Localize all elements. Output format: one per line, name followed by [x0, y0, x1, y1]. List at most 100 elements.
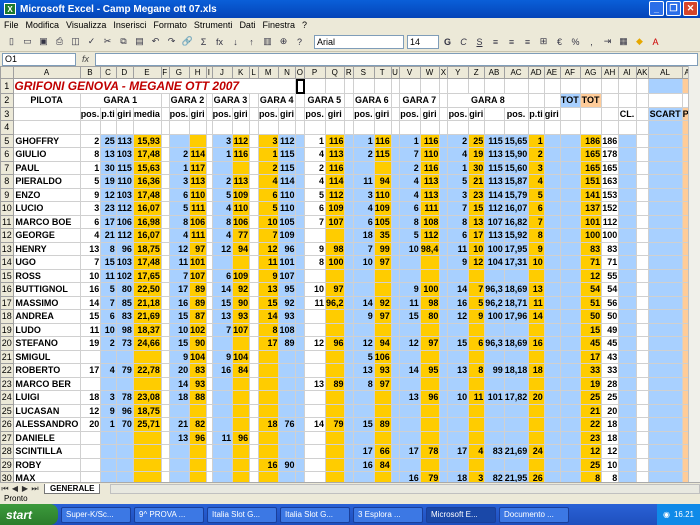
cell-value[interactable]: 16: [79, 282, 102, 297]
cell-value[interactable]: 21,95: [503, 471, 530, 482]
cell-value[interactable]: [257, 403, 280, 418]
cell-value[interactable]: 12: [579, 444, 603, 459]
cell-value[interactable]: 113: [484, 147, 505, 162]
row-header[interactable]: 25: [0, 403, 15, 418]
cell-value[interactable]: 112: [278, 133, 297, 148]
cell-value[interactable]: 55: [601, 268, 620, 283]
new-icon[interactable]: ▯: [4, 34, 19, 49]
cell-value[interactable]: [79, 349, 102, 364]
cell-value[interactable]: 96,3: [484, 282, 505, 297]
cell[interactable]: [528, 120, 545, 135]
cell[interactable]: [635, 457, 650, 472]
cell[interactable]: [344, 363, 354, 378]
cell[interactable]: [295, 336, 306, 351]
cell[interactable]: [543, 174, 561, 189]
cell-value[interactable]: 100: [601, 228, 620, 243]
cell-value[interactable]: 8: [601, 471, 620, 482]
cell-value[interactable]: 2: [528, 147, 545, 162]
cell[interactable]: [635, 160, 650, 175]
cell[interactable]: [344, 390, 354, 405]
cell-value[interactable]: 12: [352, 336, 375, 351]
cell[interactable]: [295, 268, 306, 283]
cell-value[interactable]: 66: [373, 444, 392, 459]
cell-value[interactable]: 8: [528, 228, 545, 243]
cell-value[interactable]: 21,18: [132, 295, 162, 310]
cell-value[interactable]: [168, 471, 191, 482]
cell[interactable]: [635, 268, 650, 283]
cell-value[interactable]: 116: [324, 133, 346, 148]
row-header[interactable]: 16: [0, 282, 15, 297]
row-header[interactable]: 23: [0, 376, 15, 391]
cell-value[interactable]: 18,75: [132, 403, 162, 418]
cell[interactable]: [295, 120, 306, 135]
cell[interactable]: [543, 93, 561, 108]
row-header[interactable]: 18: [0, 309, 15, 324]
cell-value[interactable]: [324, 322, 346, 337]
cell-value[interactable]: 23: [468, 187, 486, 202]
cell-value[interactable]: 97: [324, 282, 346, 297]
cell-value[interactable]: 5: [79, 174, 102, 189]
cell-value[interactable]: 15,92: [503, 228, 530, 243]
cell[interactable]: [559, 255, 581, 270]
help-icon[interactable]: ?: [292, 34, 307, 49]
cell-value[interactable]: 113: [419, 174, 441, 189]
horizontal-scrollbar[interactable]: [110, 483, 700, 494]
cell[interactable]: [618, 349, 637, 364]
fx-icon[interactable]: fx: [82, 54, 89, 64]
cell-value[interactable]: [304, 471, 326, 482]
cell-value[interactable]: 11: [352, 174, 375, 189]
cell-value[interactable]: 112: [324, 187, 346, 202]
cell[interactable]: [648, 295, 683, 310]
cell[interactable]: [559, 295, 581, 310]
cell-value[interactable]: 2: [447, 133, 470, 148]
column-header[interactable]: Z: [468, 66, 486, 79]
cell[interactable]: [295, 390, 306, 405]
cell[interactable]: [211, 120, 234, 135]
cell-value[interactable]: 3: [447, 187, 470, 202]
cell[interactable]: [648, 214, 683, 229]
cell-value[interactable]: [189, 471, 208, 482]
cell[interactable]: [543, 214, 561, 229]
cell-value[interactable]: 16,07: [132, 228, 162, 243]
cell-value[interactable]: [232, 403, 251, 418]
header-g2[interactable]: GARA 2: [168, 93, 208, 108]
cell-value[interactable]: 115: [115, 160, 134, 175]
cell-value[interactable]: 21: [168, 417, 191, 432]
cell-value[interactable]: [468, 457, 486, 472]
cell[interactable]: [439, 444, 449, 459]
cell-value[interactable]: 108: [419, 214, 441, 229]
cell[interactable]: [635, 255, 650, 270]
cell-value[interactable]: 22: [579, 417, 603, 432]
cell-value[interactable]: 43: [601, 349, 620, 364]
pilot-name[interactable]: HENRY: [13, 241, 81, 256]
cell-value[interactable]: [211, 417, 234, 432]
cell-value[interactable]: 15,63: [132, 160, 162, 175]
cell[interactable]: [648, 322, 683, 337]
cell[interactable]: [618, 268, 637, 283]
cell[interactable]: [439, 78, 449, 94]
cell-value[interactable]: 15: [79, 309, 102, 324]
cell[interactable]: [618, 336, 637, 351]
cell[interactable]: [295, 403, 306, 418]
cell-value[interactable]: 186: [601, 133, 620, 148]
cell-value[interactable]: 90: [189, 336, 208, 351]
cell-value[interactable]: [419, 376, 441, 391]
cell-value[interactable]: [419, 349, 441, 364]
cell-value[interactable]: 16,98: [132, 214, 162, 229]
cell[interactable]: [439, 106, 449, 121]
cell-value[interactable]: 88: [189, 390, 208, 405]
cell-value[interactable]: 6: [100, 309, 117, 324]
row-header[interactable]: 10: [0, 201, 15, 216]
cell[interactable]: [249, 322, 259, 337]
cell-value[interactable]: 3: [352, 187, 375, 202]
cell[interactable]: [257, 120, 280, 135]
cell-value[interactable]: [399, 322, 421, 337]
pilot-name[interactable]: LUCASAN: [13, 403, 81, 418]
align-center-icon[interactable]: ≡: [504, 34, 519, 49]
pilot-name[interactable]: ROBERTO: [13, 363, 81, 378]
subheader-pos[interactable]: pos.: [79, 106, 102, 121]
cell[interactable]: [344, 349, 354, 364]
cell-value[interactable]: [211, 336, 234, 351]
cell-value[interactable]: [484, 457, 505, 472]
column-header[interactable]: U: [390, 66, 401, 79]
